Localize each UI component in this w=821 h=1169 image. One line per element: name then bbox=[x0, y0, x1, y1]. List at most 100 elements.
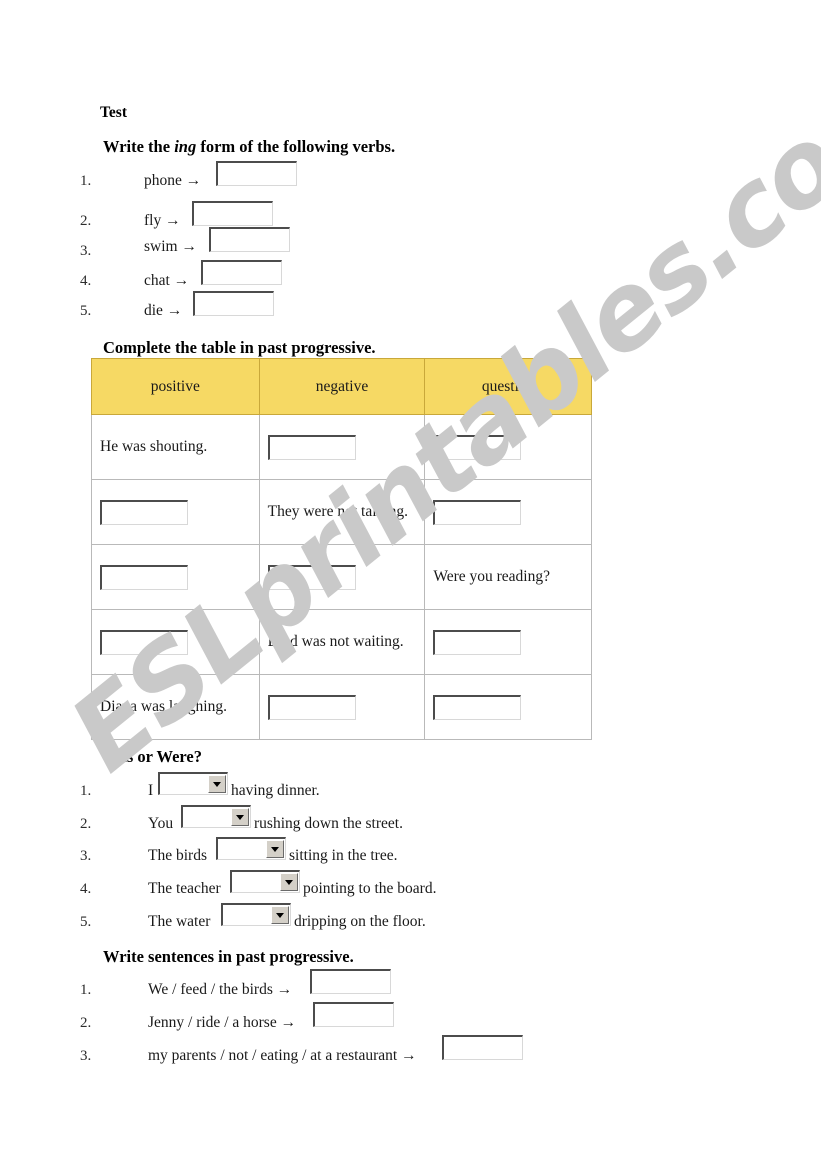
select-was-were-4[interactable] bbox=[230, 870, 300, 893]
cell-positive bbox=[91, 479, 260, 545]
cell-input-positive[interactable] bbox=[100, 629, 188, 655]
answer-input-fly[interactable] bbox=[192, 201, 273, 226]
list-item-number: 2. bbox=[80, 1015, 92, 1031]
list-item-number: 3. bbox=[80, 1048, 92, 1064]
cell-input-question[interactable] bbox=[433, 694, 522, 720]
verb-label-die: die → bbox=[144, 302, 182, 320]
select-was-were-2[interactable] bbox=[181, 805, 251, 828]
list-item-number: 4. bbox=[80, 881, 92, 897]
cell-negative: Brad was not waiting. bbox=[258, 609, 426, 675]
cell-positive bbox=[91, 544, 260, 610]
cell-input-negative[interactable] bbox=[267, 694, 356, 720]
cell-text: They were not talking. bbox=[267, 503, 408, 520]
verb-text: fly bbox=[144, 212, 162, 229]
verb-text: chat bbox=[144, 272, 170, 289]
arrow-glyph: → bbox=[166, 302, 183, 319]
cell-input-negative[interactable] bbox=[267, 564, 356, 590]
verb-label-swim: swim → bbox=[144, 238, 197, 256]
verb-text: swim bbox=[144, 238, 178, 255]
answer-input-phone[interactable] bbox=[216, 161, 297, 186]
answer-input-chat[interactable] bbox=[201, 260, 282, 285]
arrow-glyph: → bbox=[165, 212, 181, 229]
list-item-number: 1. bbox=[80, 982, 92, 998]
table-row: Were you reading? bbox=[91, 544, 592, 610]
sentence-before-text: I bbox=[148, 782, 154, 799]
cell-input-question[interactable] bbox=[433, 499, 522, 525]
select-was-were-1[interactable] bbox=[158, 772, 228, 795]
column-header-negative: negative bbox=[258, 358, 426, 415]
list-item-number: 5. bbox=[80, 914, 92, 930]
cell-input-question[interactable] bbox=[433, 434, 522, 460]
heading-text-italic: ing bbox=[174, 137, 197, 156]
answer-input-sentence-3[interactable] bbox=[442, 1035, 523, 1060]
cell-text: Brad was not waiting. bbox=[267, 633, 404, 650]
sentence-before-text: The teacher bbox=[148, 880, 221, 897]
prompt-text: my parents / not / eating / at a restaur… bbox=[148, 1047, 398, 1064]
sentence-after-text: pointing to the board. bbox=[303, 880, 437, 897]
sentence-before-text: You bbox=[148, 815, 174, 832]
cell-text: Were you reading? bbox=[433, 568, 550, 585]
sentence-after-text: rushing down the street. bbox=[254, 815, 403, 832]
list-item-number: 1. bbox=[80, 783, 92, 799]
chevron-down-icon[interactable] bbox=[266, 840, 284, 858]
sentence-before-text: The water bbox=[148, 913, 211, 930]
arrow-glyph: → bbox=[280, 1014, 297, 1031]
answer-input-sentence-1[interactable] bbox=[310, 969, 391, 994]
cell-text: Diana was laughing. bbox=[100, 698, 227, 715]
table-row: He was shouting. bbox=[91, 414, 592, 480]
list-item-number: 3. bbox=[80, 243, 92, 259]
cell-question bbox=[424, 674, 592, 740]
cell-positive: Diana was laughing. bbox=[91, 674, 260, 740]
cell-negative: They were not talking. bbox=[258, 479, 426, 545]
sentence-prompt-3: my parents / not / eating / at a restaur… bbox=[148, 1047, 417, 1065]
section-heading-ing-form: Write the ing form of the following verb… bbox=[103, 137, 395, 157]
table-row: Brad was not waiting. bbox=[91, 609, 592, 675]
chevron-down-icon[interactable] bbox=[271, 906, 289, 924]
list-item-number: 2. bbox=[80, 816, 92, 832]
cell-negative bbox=[258, 414, 426, 480]
cell-question bbox=[424, 609, 592, 675]
arrow-glyph: → bbox=[401, 1047, 417, 1064]
chevron-down-icon[interactable] bbox=[208, 775, 226, 793]
select-was-were-5[interactable] bbox=[221, 903, 291, 926]
worksheet-page: Test Write the ing form of the following… bbox=[0, 0, 821, 1169]
cell-input-question[interactable] bbox=[433, 629, 522, 655]
chevron-down-icon[interactable] bbox=[231, 808, 249, 826]
cell-question bbox=[424, 414, 592, 480]
heading-text-before: Write the bbox=[103, 137, 175, 156]
column-header-question: question bbox=[424, 358, 592, 415]
chevron-down-icon[interactable] bbox=[280, 873, 298, 891]
table-row: Diana was laughing. bbox=[91, 674, 592, 740]
cell-input-positive[interactable] bbox=[100, 499, 188, 525]
arrow-glyph: → bbox=[181, 238, 197, 255]
cell-input-negative[interactable] bbox=[267, 434, 356, 460]
list-item-number: 2. bbox=[80, 213, 92, 229]
section-heading-write-sentences: Write sentences in past progressive. bbox=[103, 947, 354, 966]
past-progressive-table: positive negative question He was shouti… bbox=[91, 358, 592, 740]
list-item-number: 4. bbox=[80, 273, 92, 289]
table-header-row: positive negative question bbox=[91, 358, 592, 415]
cell-negative bbox=[258, 674, 426, 740]
answer-input-die[interactable] bbox=[193, 291, 274, 316]
cell-question bbox=[424, 479, 592, 545]
section-heading-complete-table: Complete the table in past progressive. bbox=[103, 338, 376, 357]
verb-text: die bbox=[144, 302, 163, 319]
list-item-number: 1. bbox=[80, 173, 92, 189]
cell-positive: He was shouting. bbox=[91, 414, 260, 480]
select-was-were-3[interactable] bbox=[216, 837, 286, 860]
list-item-number: 5. bbox=[80, 303, 92, 319]
arrow-glyph: → bbox=[185, 172, 202, 189]
answer-input-swim[interactable] bbox=[209, 227, 290, 252]
cell-input-positive[interactable] bbox=[100, 564, 188, 590]
sentence-after-text: having dinner. bbox=[231, 782, 320, 799]
sentence-after-text: dripping on the floor. bbox=[294, 913, 426, 930]
cell-positive bbox=[91, 609, 260, 675]
cell-question: Were you reading? bbox=[424, 544, 592, 610]
sentence-prompt-2: Jenny / ride / a horse → bbox=[148, 1014, 296, 1032]
sentence-before-text: The birds bbox=[148, 847, 207, 864]
prompt-text: Jenny / ride / a horse bbox=[148, 1014, 277, 1031]
sentence-prompt-1: We / feed / the birds → bbox=[148, 981, 292, 999]
cell-negative bbox=[258, 544, 426, 610]
arrow-glyph: → bbox=[173, 272, 190, 289]
answer-input-sentence-2[interactable] bbox=[313, 1002, 394, 1027]
